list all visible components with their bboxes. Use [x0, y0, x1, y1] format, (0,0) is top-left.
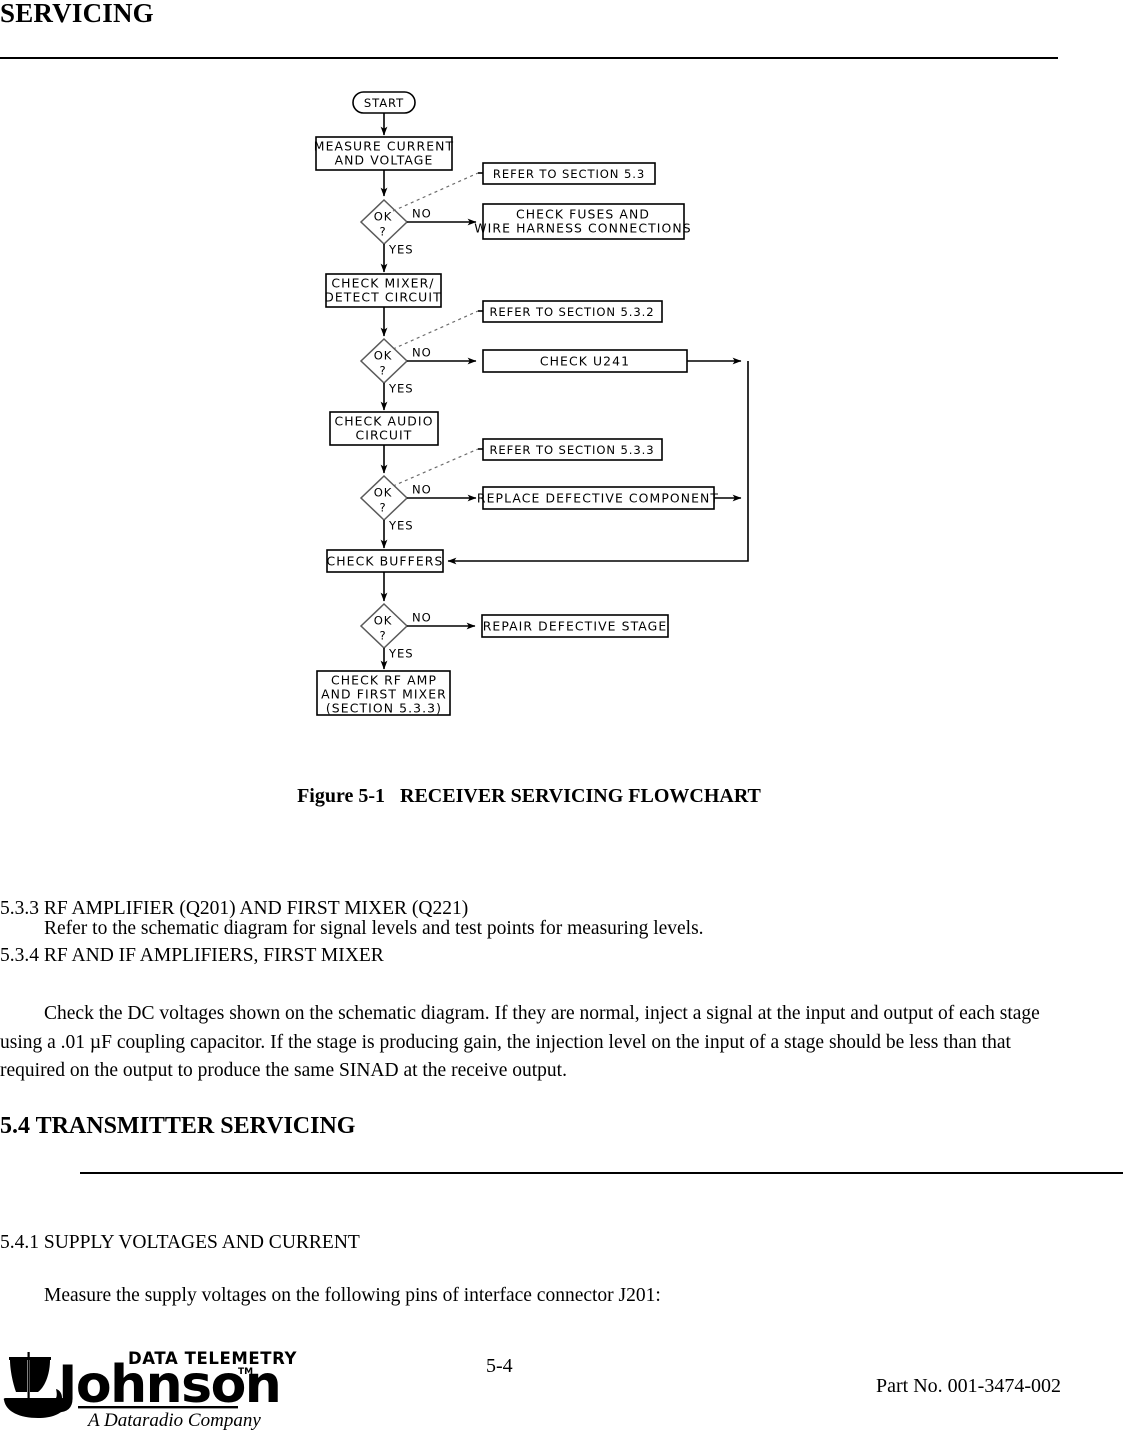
flow-node-check-mixer: CHECK MIXER/ DETECT CIRCUIT: [324, 273, 442, 308]
flow-node-refer-532-label: REFER TO SECTION 5.3.2: [489, 305, 654, 319]
flow-node-check-audio: CHECK AUDIO CIRCUIT: [329, 411, 439, 446]
flow-decision-1-label: OK: [374, 210, 393, 224]
flow-node-refer-53-label: REFER TO SECTION 5.3: [493, 167, 645, 181]
section-heading-5-4: 5.4 TRANSMITTER SERVICING: [0, 1113, 356, 1139]
flow-node-refer-53: REFER TO SECTION 5.3: [482, 162, 656, 185]
flow-dashed-refer-532: [392, 310, 479, 350]
flow-decision-4-mark: ?: [379, 629, 386, 643]
flow-decision-3-mark: ?: [379, 501, 386, 515]
flow-node-check-rf-amp: CHECK RF AMP AND FIRST MIXER (SECTION 5.…: [316, 670, 451, 716]
flow-branch-1-no: NO: [412, 207, 432, 221]
flow-node-start: START: [352, 91, 416, 114]
flow-node-repair-stage-label: REPAIR DEFECTIVE STAGE: [483, 619, 668, 634]
flow-branch-2-yes: YES: [388, 382, 413, 396]
flow-node-refer-533-label: REFER TO SECTION 5.3.3: [489, 443, 654, 457]
flow-decision-4: OK ?: [359, 602, 409, 650]
running-head: SERVICING: [0, 0, 154, 28]
flow-dashed-refer-53: [392, 172, 479, 212]
flow-decision-2-mark: ?: [379, 364, 386, 378]
flow-decision-3-label: OK: [374, 486, 393, 500]
flow-node-check-fuses: CHECK FUSES AND WIRE HARNESS CONNECTIONS: [474, 203, 691, 240]
flow-node-check-rf-amp-line1: CHECK RF AMP: [331, 673, 437, 688]
figure-caption: Figure 5-1 RECEIVER SERVICING FLOWCHART: [297, 785, 761, 807]
header-rule: [0, 57, 1058, 59]
flow-node-check-mixer-line1: CHECK MIXER/: [331, 276, 434, 291]
flow-branch-4-yes: YES: [388, 647, 413, 661]
flow-node-check-mixer-line2: DETECT CIRCUIT: [324, 290, 442, 305]
section-body-5-3-4: Check the DC voltages shown on the schem…: [0, 1003, 1040, 1081]
flow-node-measure: MEASURE CURRENT AND VOLTAGE: [314, 136, 454, 171]
flow-node-check-fuses-line2: WIRE HARNESS CONNECTIONS: [474, 221, 691, 236]
flow-decision-2-label: OK: [374, 349, 393, 363]
part-number: Part No. 001-3474-002: [876, 1375, 1061, 1397]
flow-decision-4-label: OK: [374, 614, 393, 628]
section-heading-5-4-1: 5.4.1 SUPPLY VOLTAGES AND CURRENT: [0, 1232, 360, 1253]
flow-branch-3-no: NO: [412, 483, 432, 497]
flow-dashed-refer-533: [392, 448, 479, 487]
flow-node-refer-533: REFER TO SECTION 5.3.3: [482, 438, 663, 461]
section-body-5-4-1: Measure the supply voltages on the follo…: [44, 1285, 661, 1306]
flow-node-check-rf-amp-line3: (SECTION 5.3.3): [326, 701, 442, 716]
flow-branch-1-yes: YES: [388, 243, 413, 257]
logo-tagline: A Dataradio Company: [86, 1410, 261, 1431]
flow-node-measure-line2: AND VOLTAGE: [335, 153, 434, 168]
flow-node-measure-line1: MEASURE CURRENT: [314, 139, 454, 154]
flow-node-check-audio-line2: CIRCUIT: [356, 428, 413, 443]
flow-node-check-buffers-label: CHECK BUFFERS: [327, 554, 444, 569]
receiver-servicing-flowchart: START MEASURE CURRENT AND VOLTAGE OK ? N…: [0, 80, 1124, 740]
flow-branch-3-yes: YES: [388, 519, 413, 533]
flow-node-check-u241-label: CHECK U241: [540, 354, 630, 369]
flow-node-refer-532: REFER TO SECTION 5.3.2: [482, 300, 663, 323]
flow-node-start-label: START: [364, 96, 404, 110]
section-body-5-3-3: Refer to the schematic diagram for signa…: [44, 918, 704, 939]
flow-branch-2-no: NO: [412, 346, 432, 360]
flow-return-bus: [447, 361, 749, 565]
section-5-4-rule: [80, 1172, 1123, 1174]
logo-rule: [78, 1406, 238, 1409]
document-page: SERVICING START MEASURE CURRENT AND VOLT…: [0, 0, 1124, 1436]
flow-node-check-fuses-line1: CHECK FUSES AND: [516, 207, 650, 222]
flow-node-check-u241: CHECK U241: [482, 349, 688, 373]
flow-node-check-audio-line1: CHECK AUDIO: [334, 414, 433, 429]
flow-branch-4-no: NO: [412, 611, 432, 625]
flow-node-check-buffers: CHECK BUFFERS: [326, 549, 444, 573]
flow-node-repair-stage: REPAIR DEFECTIVE STAGE: [481, 614, 669, 638]
flow-decision-1-mark: ?: [379, 225, 386, 239]
flow-node-replace-component: REPLACE DEFECTIVE COMPONENT: [477, 486, 719, 510]
section-heading-5-3-4: 5.3.4 RF AND IF AMPLIFIERS, FIRST MIXER: [0, 945, 384, 966]
flow-node-replace-component-label: REPLACE DEFECTIVE COMPONENT: [477, 491, 719, 506]
flow-decision-1: OK ?: [359, 198, 409, 246]
flow-node-check-rf-amp-line2: AND FIRST MIXER: [321, 687, 447, 702]
